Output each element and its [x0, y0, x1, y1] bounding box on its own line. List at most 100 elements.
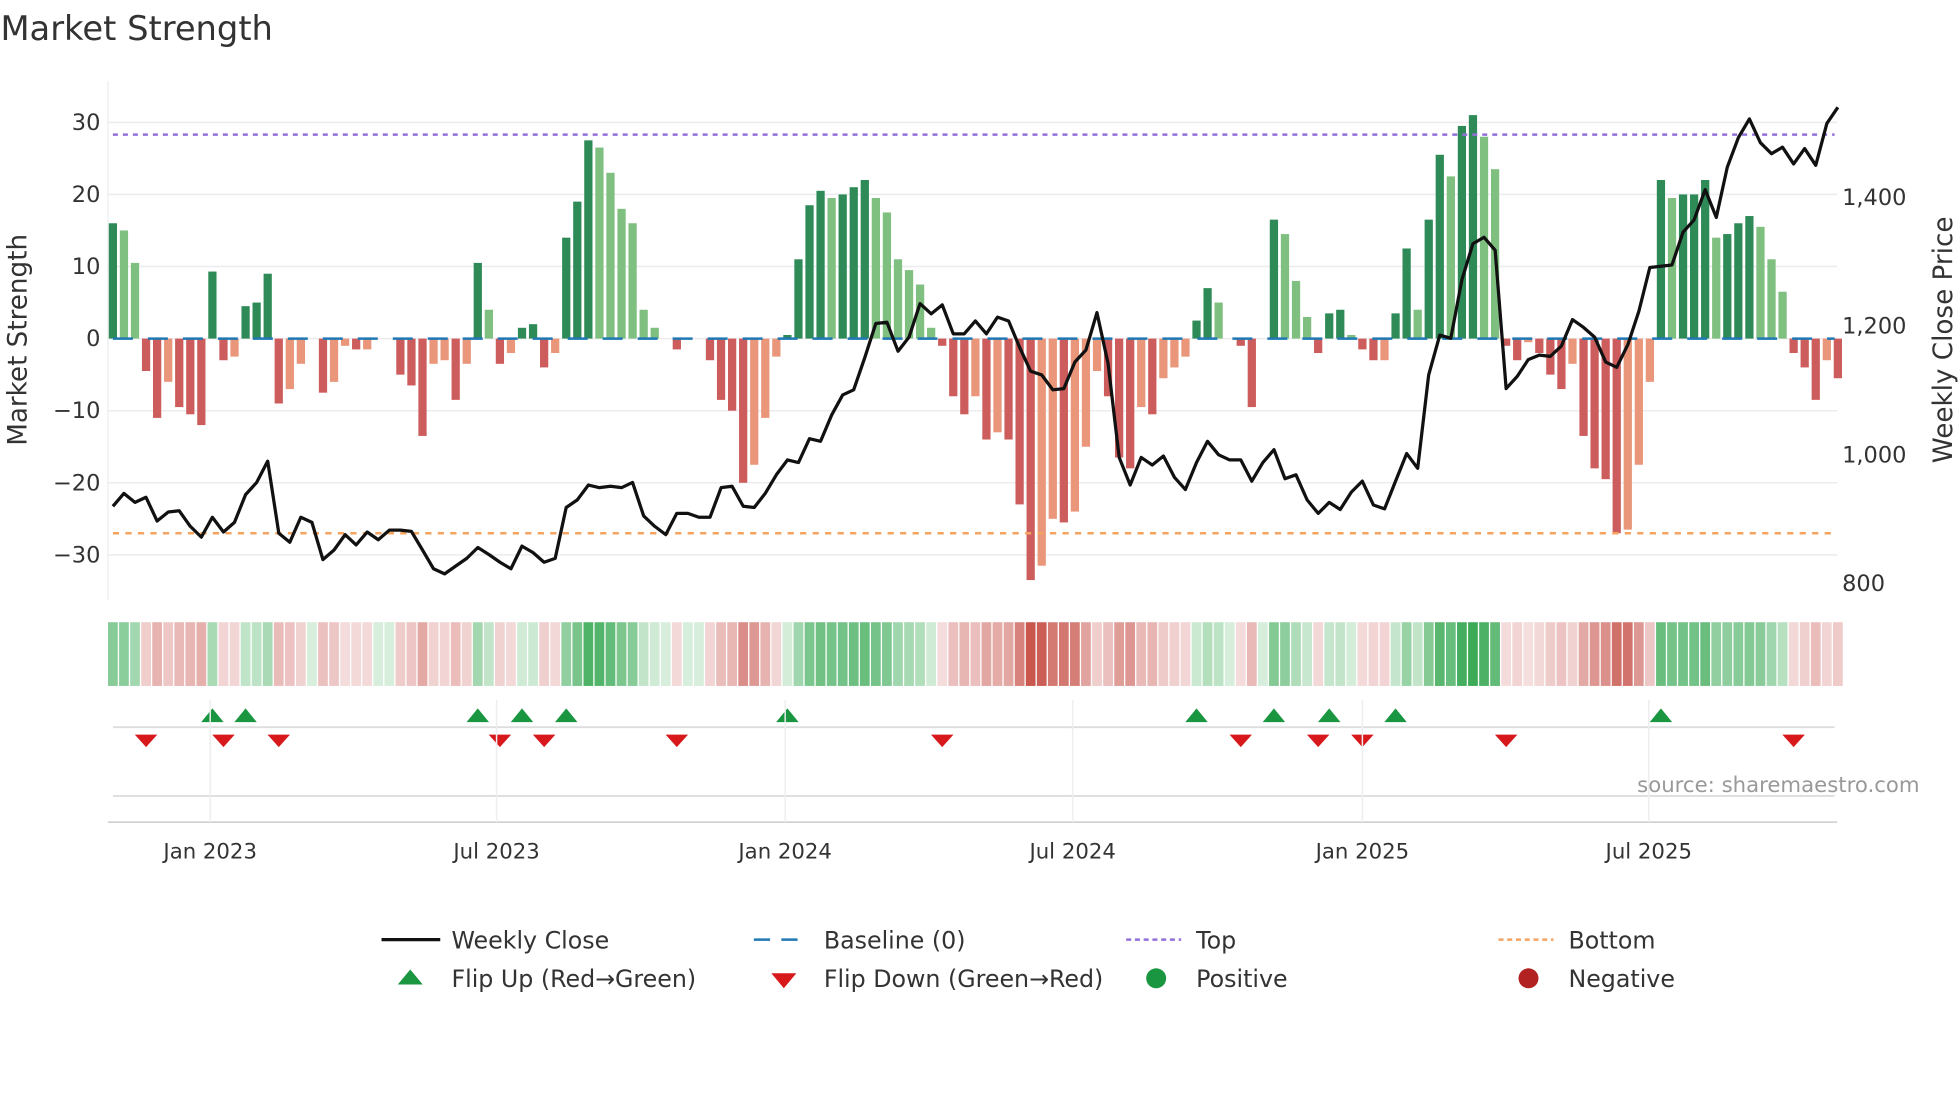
flip-down-marker: [532, 734, 556, 748]
heat-cell: [959, 622, 970, 686]
legend-flip-down: Flip Down (Green→Red): [824, 965, 1103, 993]
heat-cell: [428, 622, 439, 686]
strength-bar: [1767, 259, 1776, 339]
heat-cell: [572, 622, 583, 686]
heat-cell: [406, 622, 417, 686]
heat-cell: [738, 622, 749, 686]
strength-bar: [716, 338, 726, 400]
strength-bar: [119, 230, 129, 339]
heat-cell: [1667, 622, 1677, 686]
flip-up-marker: [201, 708, 224, 723]
heat-cell: [439, 622, 450, 686]
heat-cell: [1180, 622, 1191, 686]
heat-cell: [1545, 622, 1556, 686]
heat-cell: [163, 622, 174, 686]
strength-bar: [1170, 338, 1179, 368]
strength-bar: [462, 338, 471, 364]
x-tick-label: Jul 2025: [1604, 839, 1692, 864]
heat-cell: [1324, 622, 1335, 686]
heat-cell: [727, 622, 737, 686]
legend-flip-down-icon: [771, 973, 797, 989]
strength-bar: [1159, 338, 1168, 379]
heat-cell: [1412, 622, 1423, 686]
heat-cell: [1633, 622, 1644, 686]
heat-cell: [417, 622, 428, 686]
strength-bar: [396, 338, 405, 375]
flip-down-marker: [665, 734, 689, 748]
y-tick-label: 30: [72, 110, 101, 136]
strength-bar: [584, 140, 593, 339]
heat-cell: [1656, 622, 1666, 686]
strength-bar: [241, 306, 250, 339]
heat-cell: [771, 622, 782, 686]
strength-bar: [794, 259, 803, 339]
heat-cell: [185, 622, 196, 686]
heat-cell: [1147, 622, 1158, 686]
strength-bar: [573, 201, 582, 339]
heat-cell: [1733, 622, 1744, 686]
strength-bar: [473, 262, 482, 339]
heat-cell: [1600, 622, 1611, 686]
strength-bar: [429, 338, 438, 364]
strength-bar: [1325, 313, 1334, 339]
legend: Weekly Close Baseline (0) Top Bottom Flip Up…: [381, 926, 1675, 993]
heat-cell: [517, 622, 527, 686]
strength-bar: [838, 194, 847, 339]
heat-cell: [561, 622, 572, 686]
heat-cell: [351, 622, 362, 686]
strength-bar: [805, 205, 814, 339]
heat-cell: [705, 622, 715, 686]
strength-bar: [418, 338, 427, 436]
strength-bar: [219, 338, 228, 361]
flip-markers: [107, 708, 1838, 823]
strength-bar: [164, 338, 173, 382]
strength-bar: [285, 338, 294, 390]
heat-cell: [882, 622, 892, 686]
y2-tick-label: 1,000: [1842, 442, 1906, 468]
strength-bar: [750, 338, 759, 465]
strength-bar: [1667, 198, 1677, 339]
heat-cell: [483, 622, 494, 686]
heat-cell: [1136, 622, 1147, 686]
heat-cell: [1755, 622, 1766, 686]
heat-cell: [804, 622, 815, 686]
heat-cell: [1036, 622, 1047, 686]
flip-down-marker: [1782, 734, 1805, 748]
strength-bar: [517, 327, 527, 339]
x-ticks: Jan 2023 Jul 2023 Jan 2024 Jul 2024 Jan 2025…: [161, 699, 1692, 864]
strength-bar: [263, 273, 272, 339]
heat-cell: [119, 622, 129, 686]
strength-bar: [1126, 338, 1135, 469]
strength-bar: [1789, 338, 1798, 354]
heat-cell: [1744, 622, 1755, 686]
heat-cell: [583, 622, 594, 686]
heat-cell: [782, 622, 793, 686]
heat-cell: [318, 622, 328, 686]
strength-bar: [1026, 338, 1035, 581]
heat-cell: [627, 622, 638, 686]
strength-bar: [606, 172, 615, 339]
strength-bar: [451, 338, 460, 400]
strength-bar: [816, 190, 825, 339]
flip-down-marker: [1229, 734, 1253, 748]
heat-cell: [671, 622, 682, 686]
strength-bar: [1833, 338, 1842, 379]
heat-cell: [141, 622, 151, 686]
strength-bar: [1413, 309, 1422, 339]
strength-bar: [1800, 338, 1809, 368]
heat-cell: [229, 622, 240, 686]
heat-cell: [904, 622, 914, 686]
heat-cell: [1722, 622, 1733, 686]
strength-bar: [727, 338, 737, 411]
strength-bar: [1402, 248, 1411, 339]
legend-top: Top: [1195, 926, 1236, 954]
heat-cell: [295, 622, 306, 686]
heat-cell: [1390, 622, 1401, 686]
strength-bar: [1302, 316, 1312, 339]
y2-axis-label: Weekly Close Price: [1929, 217, 1959, 464]
heat-cell: [362, 622, 373, 686]
legend-positive-icon: [1146, 968, 1167, 989]
strength-bar: [761, 338, 770, 418]
strength-bar: [705, 338, 715, 361]
heat-cell: [1501, 622, 1512, 686]
